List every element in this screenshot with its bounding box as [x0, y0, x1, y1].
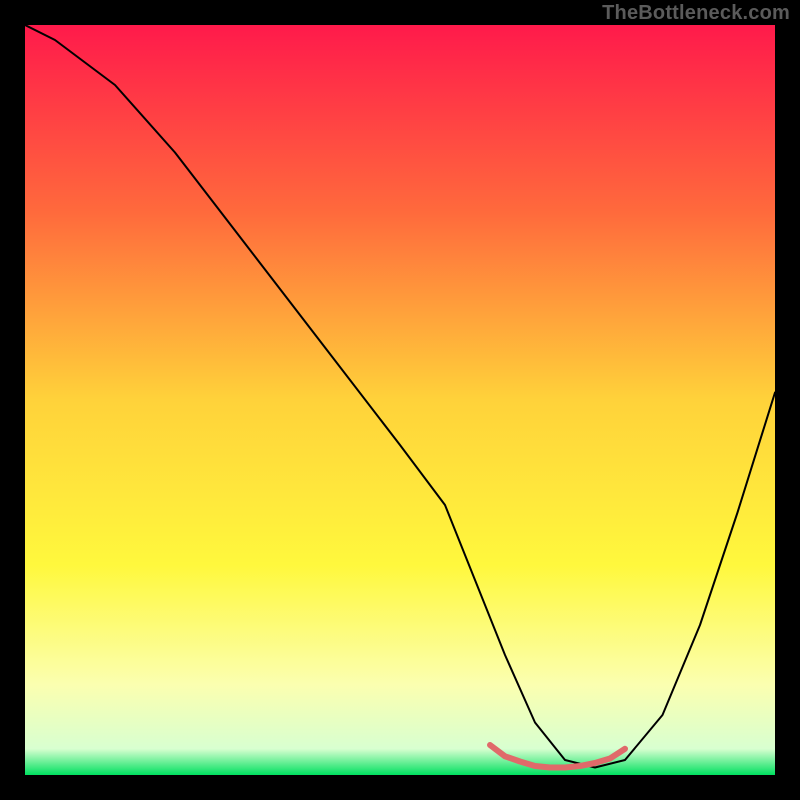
chart-frame: TheBottleneck.com [0, 0, 800, 800]
watermark-text: TheBottleneck.com [602, 2, 790, 25]
chart-svg [25, 25, 775, 775]
chart-background [25, 25, 775, 775]
plot-area [25, 25, 775, 775]
